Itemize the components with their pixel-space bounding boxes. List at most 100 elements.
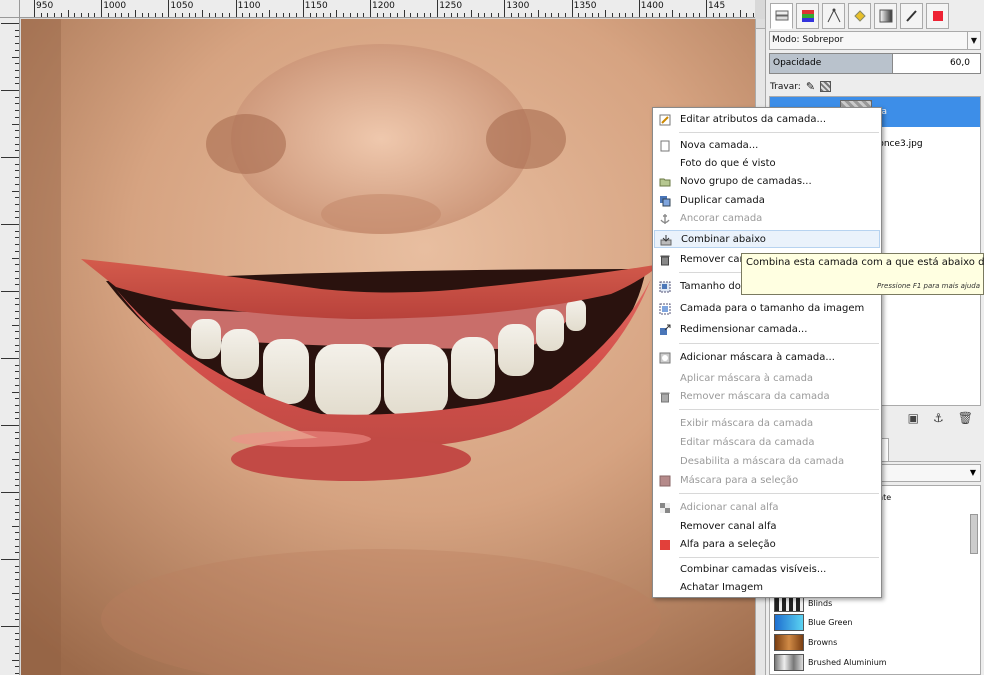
smile-photo [21, 19, 755, 675]
menu-item-label: Duplicar camada [680, 195, 765, 206]
menu-item-new-layer-group[interactable]: Novo grupo de camadas... [654, 173, 880, 191]
ruler-tick [15, 431, 19, 433]
color-tab-icon[interactable] [926, 3, 949, 29]
ruler-tick [15, 612, 19, 614]
ruler-minor-tick [410, 13, 412, 17]
list-item[interactable]: Blue Green [770, 613, 970, 633]
ruler-tick [15, 177, 19, 179]
menu-item-add-layer-mask[interactable]: Adicionar máscara à camada... [654, 349, 880, 367]
menu-item-merge-down[interactable]: Combinar abaixo [654, 230, 880, 248]
menu-item-apply-layer-mask[interactable]: Aplicar máscara à camada [654, 370, 880, 388]
ruler-tick [15, 270, 19, 272]
ruler-minor-tick [598, 13, 600, 17]
ruler-tick [15, 639, 19, 641]
gimp-window: 950 1000 1050 1100 1150 1200 1250 1300 1350 1400 1… [0, 0, 984, 675]
ruler-minor-tick [148, 13, 150, 17]
menu-item-flatten-image[interactable]: Achatar Imagem [654, 579, 880, 597]
opacity-slider[interactable]: Opacidade 60,0 [769, 53, 981, 74]
alpha-icon [660, 503, 670, 513]
ruler-minor-tick [585, 13, 587, 17]
menu-item-label: Combinar camadas visíveis... [680, 564, 827, 575]
horizontal-ruler[interactable]: 950 1000 1050 1100 1150 1200 1250 1300 1350 1400 1… [20, 0, 755, 18]
menu-item-merge-visible-layers[interactable]: Combinar camadas visíveis... [654, 561, 880, 579]
menu-item-new-layer[interactable]: Nova camada... [654, 137, 880, 155]
lock-label: Travar: [770, 81, 801, 92]
ruler-tick [15, 143, 19, 145]
ruler-minor-tick [732, 13, 734, 17]
gradients-scrollbar[interactable] [970, 514, 978, 554]
alpha-selection-icon [660, 540, 670, 550]
layers-tab-icon[interactable] [770, 3, 793, 29]
menu-item-alpha-to-selection[interactable]: Alfa para a seleção [654, 536, 880, 554]
menu-item-duplicate-layer[interactable]: Duplicar camada [654, 192, 880, 210]
menu-item-label: Camada para o tamanho da imagem [680, 303, 865, 314]
menu-item-layer-to-image-size[interactable]: Camada para o tamanho da imagem [654, 300, 880, 318]
channels-tab-icon[interactable] [796, 3, 819, 29]
ruler-tick [1, 90, 19, 91]
edit-attributes-icon [659, 114, 671, 126]
ruler-tick [15, 498, 19, 500]
ruler-tick [15, 197, 19, 199]
menu-item-edit-layer-mask[interactable]: Editar máscara da camada [654, 434, 880, 452]
lock-pixels-icon[interactable]: ✎ [806, 80, 815, 93]
menu-item-show-layer-mask[interactable]: Exibir máscara da camada [654, 415, 880, 433]
ruler-tick [15, 63, 19, 65]
ruler-minor-tick [114, 13, 116, 17]
menu-item-remove-alpha-channel[interactable]: Remover canal alfa [654, 518, 880, 536]
menu-item-mask-to-selection[interactable]: Máscara para a seleção [654, 472, 880, 490]
ruler-label: 145 [708, 1, 726, 11]
ruler-tick [15, 244, 19, 246]
gradient-tab-icon[interactable] [874, 3, 897, 29]
ruler-minor-tick [175, 13, 177, 17]
ruler-tick [12, 190, 19, 192]
lock-alpha-icon[interactable] [820, 81, 832, 92]
chevron-down-icon[interactable]: ▼ [970, 468, 976, 477]
list-item[interactable]: Brushed Aluminium [770, 653, 970, 673]
anchor-icon[interactable]: ⚓ [933, 411, 944, 425]
ruler-tick [15, 136, 19, 138]
tooltip-text: Combina esta camada com a que está abaix… [746, 257, 984, 268]
menu-item-label: Adicionar máscara à camada... [680, 352, 835, 363]
ruler-minor-tick [195, 13, 197, 17]
ruler-minor-tick [591, 13, 593, 17]
ruler-tick [1, 425, 19, 426]
ruler-minor-tick [692, 13, 694, 17]
menu-item-delete-layer-mask[interactable]: Remover máscara da camada [654, 388, 880, 406]
ruler-label: 1400 [640, 1, 664, 11]
menu-item-edit-attributes[interactable]: Editar atributos da camada... [654, 111, 880, 129]
ruler-tick [15, 217, 19, 219]
list-item[interactable]: Browns [770, 633, 970, 653]
ruler-tick [1, 224, 19, 225]
trash-icon[interactable]: 🗑 [958, 411, 973, 425]
ruler-minor-tick [60, 13, 62, 17]
ruler-tick [15, 652, 19, 654]
fit-image-icon [659, 303, 671, 315]
ruler-minor-tick [282, 13, 284, 17]
ruler-tick [15, 445, 19, 447]
ruler-tick [12, 56, 19, 58]
ruler-minor-tick [208, 13, 210, 17]
ruler-minor-tick [443, 13, 445, 17]
menu-item-scale-layer[interactable]: Redimensionar camada... [654, 321, 880, 339]
vertical-ruler[interactable] [0, 18, 20, 675]
ruler-tick [12, 391, 19, 393]
duplicate-layer-icon[interactable]: ▣ [908, 411, 919, 425]
ruler-minor-tick [215, 13, 217, 17]
menu-item-disable-layer-mask[interactable]: Desabilita a máscara da camada [654, 453, 880, 471]
menu-item-anchor-layer[interactable]: Ancorar camada [654, 210, 880, 228]
undo-tab-icon[interactable] [848, 3, 871, 29]
ruler-minor-tick [383, 13, 385, 17]
paths-tab-icon[interactable] [822, 3, 845, 29]
ruler-tick [15, 237, 19, 239]
menu-item-add-alpha-channel[interactable]: Adicionar canal alfa [654, 499, 880, 517]
ruler-minor-tick [423, 13, 425, 17]
ruler-minor-tick [658, 13, 660, 17]
image-canvas[interactable] [21, 19, 755, 675]
chevron-down-icon[interactable]: ▼ [967, 32, 980, 49]
brush-tab-icon[interactable] [900, 3, 923, 29]
ruler-minor-tick [739, 10, 741, 17]
ruler-corner[interactable] [0, 0, 20, 18]
ruler-tick [1, 23, 19, 24]
layer-mode-select[interactable]: Modo: Sobrepor ▼ [769, 31, 981, 50]
menu-item-new-from-visible[interactable]: Foto do que é visto [654, 155, 880, 173]
